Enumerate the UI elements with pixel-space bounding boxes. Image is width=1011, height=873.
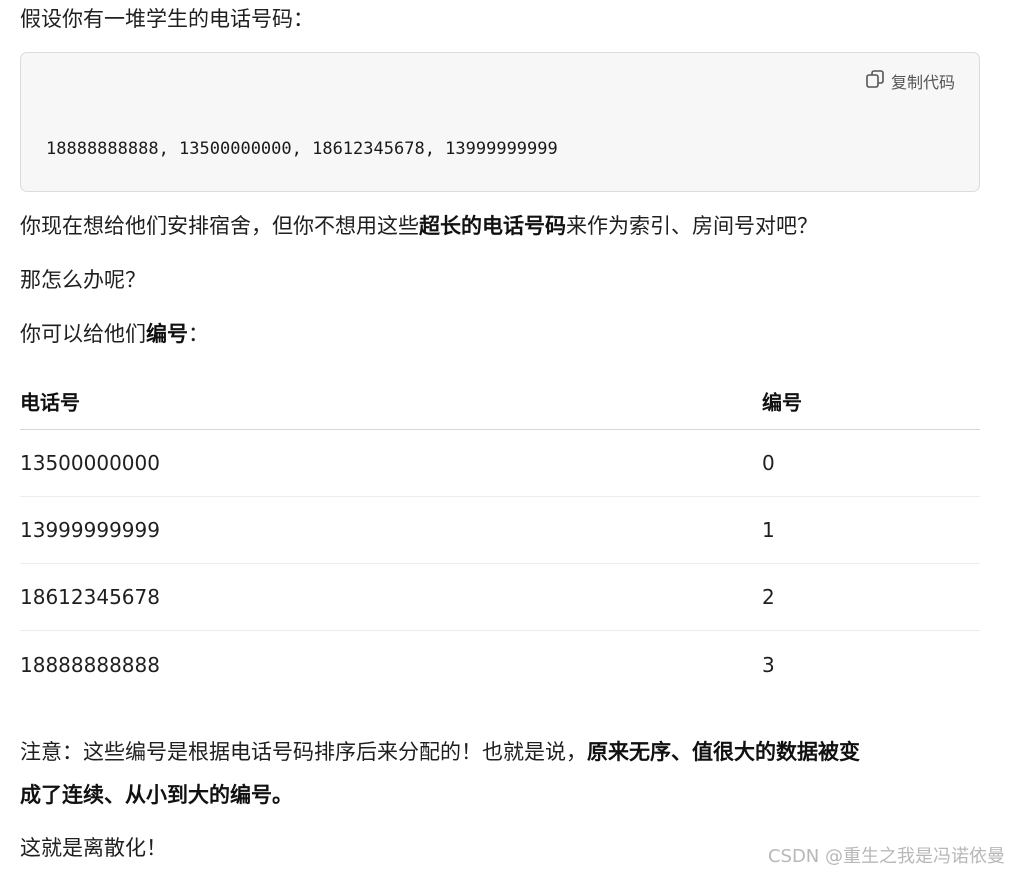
note-line-2: 成了连续、从小到大的编号。	[20, 780, 293, 810]
table-cell-phone: 13999999999	[20, 518, 160, 542]
table-cell-number: 0	[762, 451, 775, 475]
note-bold-line-1: 原来无序、值很大的数据被变	[587, 740, 860, 764]
paragraph-numbering-start: 你可以给他们	[20, 322, 146, 346]
paragraph-dormitory: 你现在想给他们安排宿舍，但你不想用这些超长的电话号码来作为索引、房间号对吧？	[20, 211, 818, 241]
conclusion-text: 这就是离散化！	[20, 836, 167, 860]
table-cell-phone: 18612345678	[20, 585, 160, 609]
paragraph-question: 那怎么办呢？	[20, 268, 146, 292]
note-start: 注意：这些编号是根据电话号码排序后来分配的！也就是说，	[20, 740, 587, 764]
table-cell-phone: 18888888888	[20, 652, 160, 677]
paragraph-dormitory-end: 来作为索引、房间号对吧？	[566, 214, 818, 238]
table-row: 13999999999 1	[20, 497, 980, 564]
table-cell-phone: 13500000000	[20, 451, 160, 475]
table-header-number: 编号	[762, 390, 802, 414]
code-block: 复制代码 18888888888, 13500000000, 186123456…	[20, 52, 980, 192]
paragraph-numbering-end: ：	[188, 322, 209, 346]
paragraph-dormitory-start: 你现在想给他们安排宿舍，但你不想用这些	[20, 214, 419, 238]
note-line-1: 注意：这些编号是根据电话号码排序后来分配的！也就是说，原来无序、值很大的数据被变	[20, 737, 860, 767]
paragraph-dormitory-bold: 超长的电话号码	[419, 214, 566, 238]
csdn-watermark: CSDN @重生之我是冯诺依曼	[767, 846, 1005, 867]
paragraph-numbering: 你可以给他们编号：	[20, 319, 209, 349]
paragraph-numbering-bold: 编号	[146, 322, 188, 346]
table-cell-number: 1	[762, 518, 775, 542]
table-cell-number: 2	[762, 585, 775, 609]
table-row: 18888888888 3	[20, 631, 980, 698]
table-header-row: 电话号 编号	[20, 372, 980, 430]
phone-number-table: 电话号 编号 13500000000 0 13999999999 1 18612…	[20, 372, 980, 698]
code-content: 18888888888, 13500000000, 18612345678, 1…	[46, 139, 558, 159]
intro-text: 假设你有一堆学生的电话号码：	[20, 7, 314, 31]
table-row: 18612345678 2	[20, 564, 980, 631]
note-bold-line-2: 成了连续、从小到大的编号。	[20, 783, 293, 807]
copy-code-label: 复制代码	[890, 73, 955, 92]
table-header-phone: 电话号	[20, 390, 80, 414]
copy-code-button[interactable]: 复制代码	[865, 69, 955, 93]
table-cell-number: 3	[762, 652, 775, 677]
table-row: 13500000000 0	[20, 430, 980, 497]
copy-icon	[865, 69, 885, 93]
